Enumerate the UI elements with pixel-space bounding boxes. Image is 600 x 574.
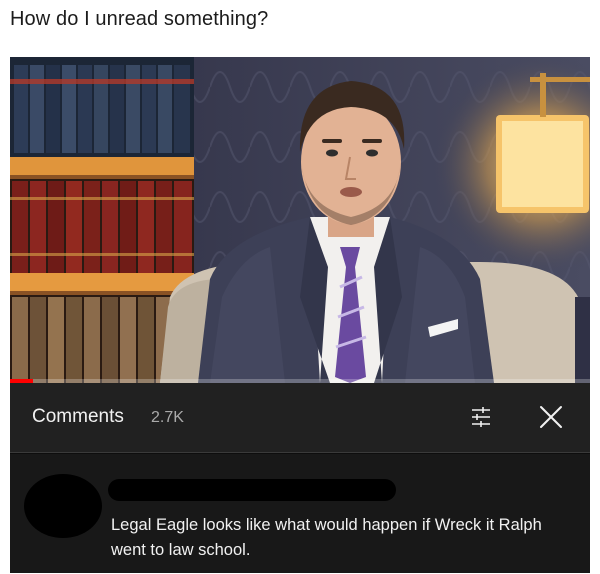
comments-title: Comments (32, 406, 124, 427)
video-frame (10, 57, 590, 383)
post-caption: How do I unread something? (10, 8, 269, 30)
bookshelf-middle-row (10, 181, 194, 273)
close-icon[interactable] (537, 403, 565, 431)
comments-count: 2.7K (151, 409, 184, 426)
bookshelf-top-row (10, 65, 194, 153)
video-player[interactable] (10, 57, 590, 383)
comment-text: Legal Eagle looks like what would happen… (111, 516, 542, 559)
comment-item: Legal Eagle looks like what would happen… (10, 454, 590, 573)
avatar-redacted[interactable] (24, 474, 102, 538)
username-redacted (108, 479, 396, 501)
youtube-screenshot: Comments 2.7K Legal Eagle looks like wha… (10, 57, 590, 573)
sort-filter-icon[interactable] (469, 405, 493, 429)
comments-header: Comments 2.7K (10, 383, 590, 453)
